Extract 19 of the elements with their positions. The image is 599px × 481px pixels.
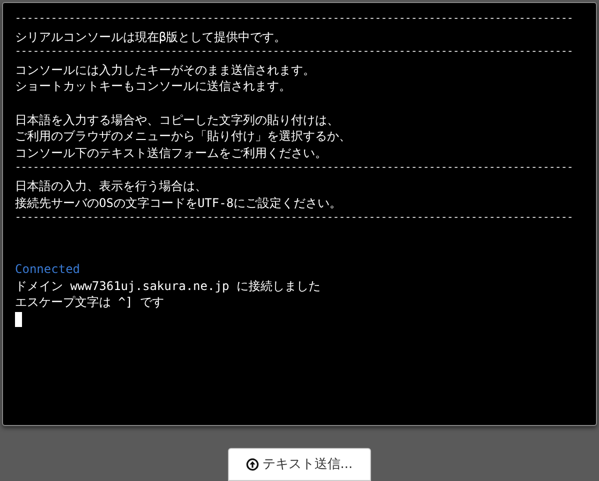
console-line: ご利用のブラウザのメニューから「貼り付け」を選択するか、 (15, 128, 352, 145)
text-cursor (15, 312, 22, 327)
console-line: 接続先サーバのOSの文字コードをUTF-8にご設定ください。 (15, 194, 343, 212)
upload-icon (246, 458, 260, 470)
console-line: コンソールには入力したキーがそのまま送信されます。 (15, 62, 316, 78)
dashed-rule-text: --------------------------------------------------------------------------------------------- (15, 162, 574, 176)
console-line: コンソール下のテキスト送信フォームをご利用ください。 (15, 144, 328, 162)
send-text-button[interactable]: テキスト送信... (228, 448, 371, 481)
connection-status: Connected (15, 260, 82, 278)
console-panel[interactable] (2, 2, 597, 426)
dashed-rule-text: --------------------------------------------------------------------------------------------- (15, 13, 574, 27)
console-line: ショートカットキーもコンソールに送信されます。 (15, 78, 292, 95)
dashed-rule-text: --------------------------------------------------------------------------------------------- (15, 46, 574, 60)
console-line: 日本語を入力する場合や、コピーした文字列の貼り付けは、 (15, 112, 340, 128)
console-line: エスケープ文字は ^] です (15, 294, 165, 311)
console-line: シリアルコンソールは現在β版として提供中です。 (15, 28, 288, 46)
dashed-rule-text: --------------------------------------------------------------------------------------------- (15, 212, 574, 226)
console-line: ドメイン www7361uj.sakura.ne.jp に接続しました (15, 278, 322, 294)
console-line: 日本語の入力、表示を行う場合は、 (15, 178, 208, 195)
